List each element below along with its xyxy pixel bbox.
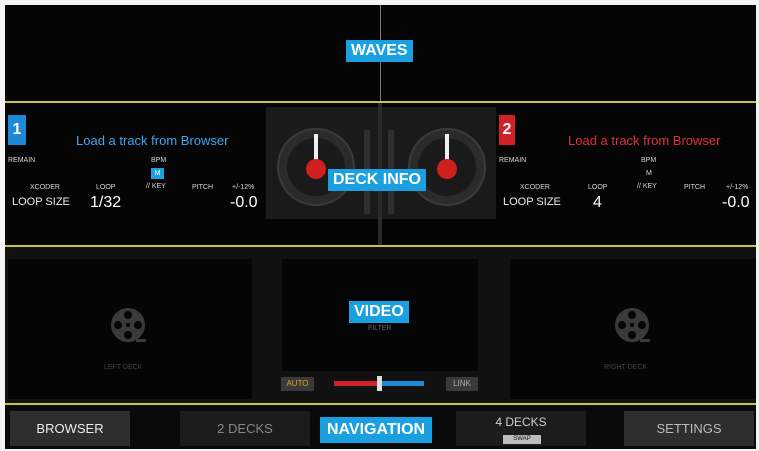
deck-info-callout: DECK INFO	[328, 169, 426, 191]
deck2-loop-label: LOOP	[588, 184, 608, 191]
browser-button[interactable]: BROWSER	[10, 411, 130, 446]
deck1-m-badge[interactable]: M	[151, 168, 164, 179]
deck2-load-text: Load a track from Browser	[568, 133, 721, 148]
video-preview-text: FILTER	[368, 325, 392, 332]
swap-badge[interactable]: SWAP	[503, 435, 541, 444]
deck2-turntable[interactable]	[408, 128, 486, 206]
two-decks-button[interactable]: 2 DECKS	[180, 411, 310, 446]
deck1-loop-size-value[interactable]: 1/32	[90, 194, 121, 212]
deck2-pitch-label: PITCH	[684, 184, 705, 191]
navigation-callout: NAVIGATION	[320, 417, 433, 443]
deck1-pitch-range-label: +/-12%	[232, 184, 255, 191]
deck1-xcoder-label: XCODER	[30, 184, 60, 191]
deck1-number-badge[interactable]: 1	[8, 115, 26, 145]
deck2-platter-center	[437, 159, 457, 179]
left-deck-label: LEFT DECK	[104, 364, 143, 371]
deck2-pitch-value: -0.0	[722, 194, 750, 211]
crossfader-right-fill	[379, 381, 424, 386]
auto-button[interactable]: AUTO	[281, 377, 314, 391]
crossfader-track[interactable]	[334, 376, 424, 391]
left-deck-film-reel-icon	[111, 308, 146, 342]
video-callout: VIDEO	[349, 301, 409, 323]
deck1-load-text: Load a track from Browser	[76, 133, 229, 148]
right-deck-label: RIGHT DECK	[604, 364, 648, 371]
deck2-xcoder-label: XCODER	[520, 184, 550, 191]
deck1-pitch-label: PITCH	[192, 184, 213, 191]
deck1-platter-center	[306, 159, 326, 179]
settings-button[interactable]: SETTINGS	[624, 411, 754, 446]
deck2-number-badge[interactable]: 2	[499, 115, 515, 145]
deck2-bpm-label: BPM	[641, 157, 657, 164]
deck2-loop-size-value[interactable]: 4	[593, 194, 602, 212]
deck2-pitch-range-label: +/-12%	[726, 184, 749, 191]
deck1-turntable[interactable]	[277, 128, 355, 206]
deck2-key-label: // KEY	[637, 183, 657, 190]
crossfader-left-fill	[334, 381, 379, 386]
deck1-remain-label: REMAIN	[8, 157, 36, 164]
deck1-loop-label: LOOP	[96, 184, 116, 191]
right-deck-film-reel-icon	[615, 308, 650, 342]
deck1-key-label: // KEY	[146, 183, 166, 190]
deck2-remain-label: REMAIN	[499, 157, 527, 164]
deck1-bpm-label: BPM	[151, 157, 167, 164]
waves-callout: WAVES	[346, 40, 413, 62]
four-decks-button[interactable]: 4 DECKS SWAP	[456, 411, 586, 446]
link-button[interactable]: LINK	[446, 377, 478, 391]
crossfader-handle[interactable]	[376, 376, 382, 391]
deck2-m-label: M	[646, 170, 652, 177]
deck2-loop-size-label: LOOP SIZE	[503, 196, 561, 208]
deck1-pitch-value: -0.0	[230, 194, 258, 211]
deck1-loop-size-label: LOOP SIZE	[12, 196, 70, 208]
